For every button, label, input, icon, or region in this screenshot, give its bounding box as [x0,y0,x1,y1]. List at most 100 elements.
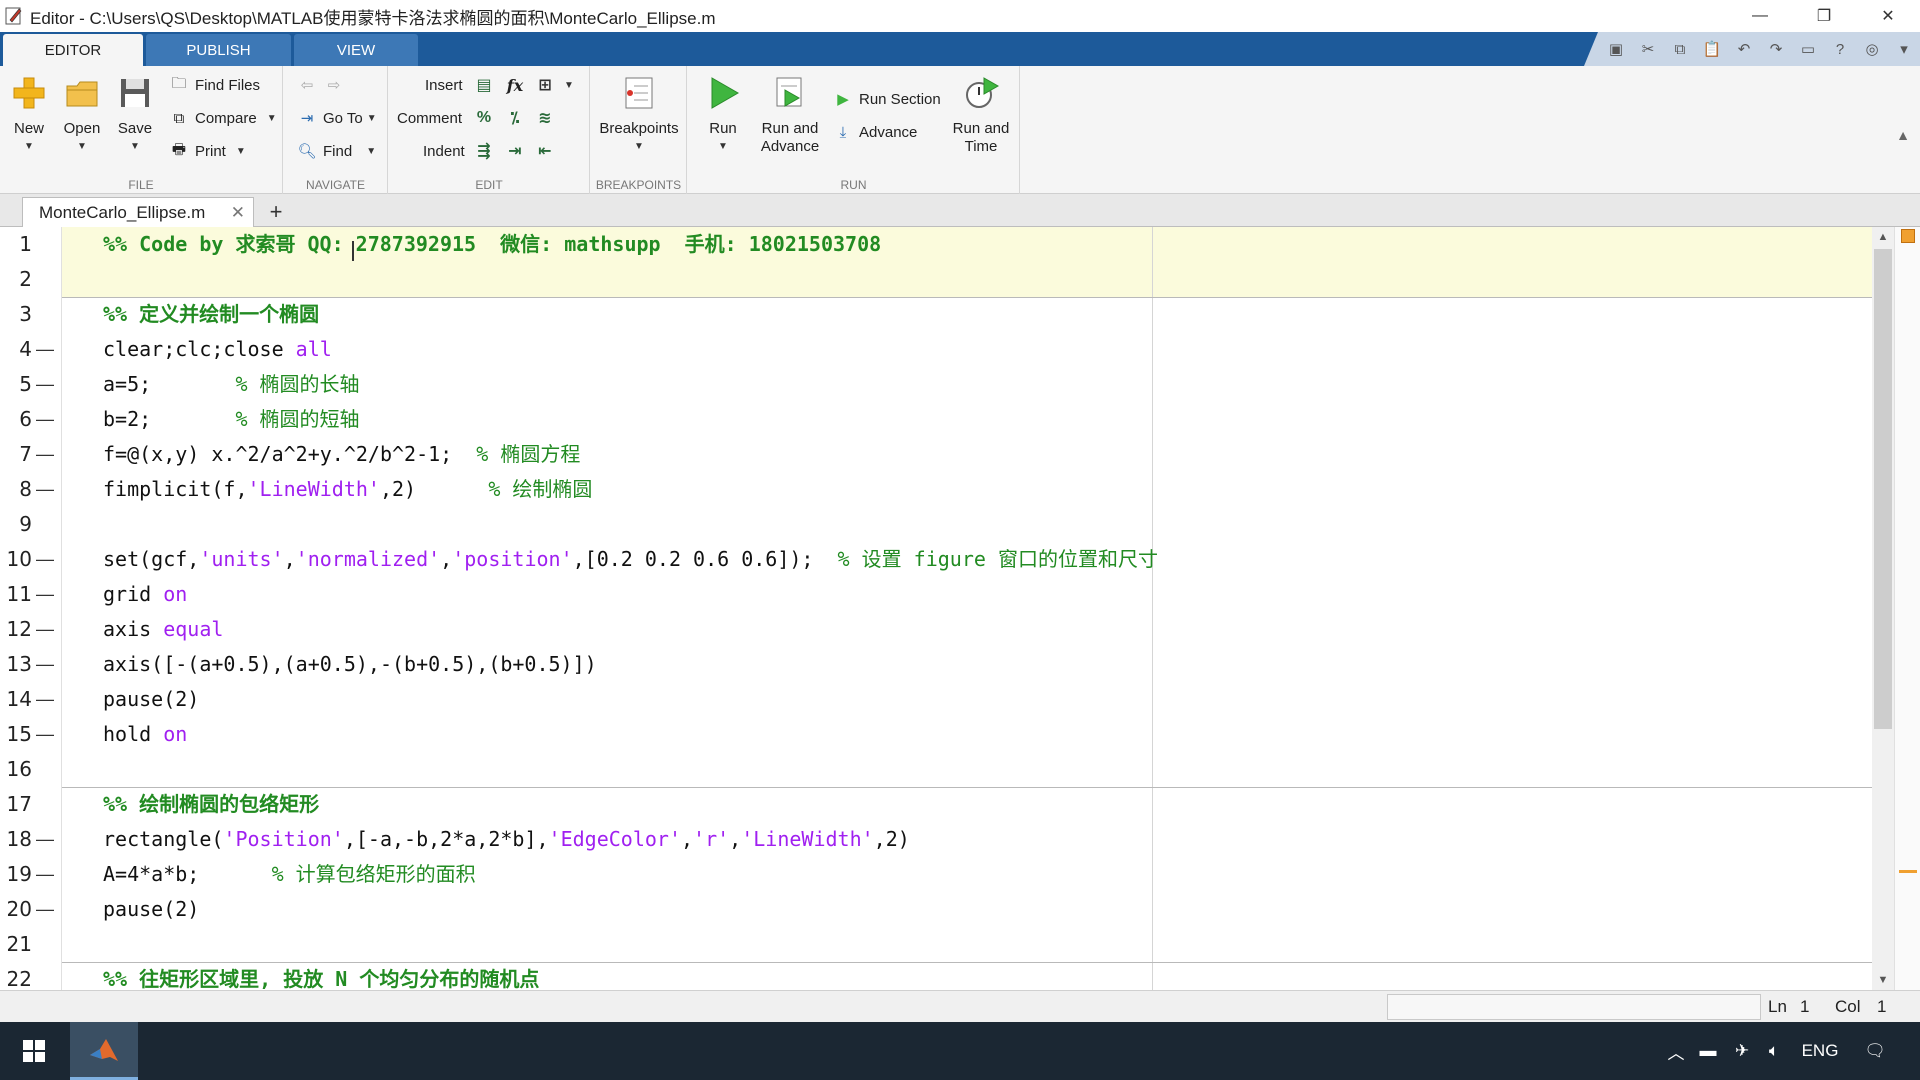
code-line[interactable]: 12— axis equal [0,612,1875,647]
smart-indent-icon[interactable]: ⇶ [471,138,497,164]
tab-publish[interactable]: PUBLISH [146,34,291,66]
code-line[interactable]: 2 [0,262,1875,297]
warning-marker[interactable] [1899,870,1917,873]
run-section-button[interactable]: ▶ Run Section [832,86,941,112]
decrease-indent-icon[interactable]: ⇤ [532,138,558,164]
scroll-down-arrow-icon[interactable]: ▼ [1872,970,1894,990]
switch-windows-icon[interactable]: ▭ [1792,35,1824,63]
breakpoint-marker[interactable]: — [36,472,54,507]
increase-indent-icon[interactable]: ⇥ [502,138,528,164]
breakpoint-marker[interactable]: — [36,892,54,927]
code-line[interactable]: 22 %% 往矩形区域里, 投放 N 个均匀分布的随机点 [0,962,1875,990]
goto-button[interactable]: ⇥ Go To ▼ [296,105,377,131]
minimize-button[interactable]: — [1728,0,1792,32]
copy-icon[interactable]: ⧉ [1664,35,1696,63]
close-button[interactable]: ✕ [1856,0,1920,32]
restore-button[interactable]: ❐ [1792,0,1856,32]
scrollbar-thumb[interactable] [1874,249,1892,729]
uncomment-icon[interactable]: ⁒ [502,105,528,131]
redo-icon[interactable]: ↷ [1760,35,1792,63]
run-and-time-button[interactable]: Run and Time [950,74,1012,156]
open-button[interactable]: Open ▼ [62,74,102,156]
warning-indicator-icon[interactable] [1901,229,1915,243]
breakpoint-marker[interactable]: — [36,332,54,367]
code-token: axis([-(a+0.5),(a+0.5),-(b+0.5),(b+0.5)]… [103,652,597,676]
document-tab[interactable]: MonteCarlo_Ellipse.m ✕ [22,197,254,227]
battery-icon[interactable]: ▬ [1694,1022,1722,1080]
code-token: % 椭圆的短轴 [235,407,360,431]
undo-icon[interactable]: ↶ [1728,35,1760,63]
code-line[interactable]: 7— f=@(x,y) x.^2/a^2+y.^2/b^2-1; % 椭圆方程 [0,437,1875,472]
input-language[interactable]: ENG [1798,1022,1842,1080]
new-tab-button[interactable]: + [263,199,289,225]
network-icon[interactable]: ✈ [1728,1022,1756,1080]
breakpoint-marker[interactable]: — [36,682,54,717]
new-plus-icon [13,77,45,109]
minimize-toolstrip-icon[interactable]: ▾ [1888,35,1920,63]
code-line[interactable]: 8— fimplicit(f,'LineWidth',2) % 绘制椭圆 [0,472,1875,507]
code-line[interactable]: 9 [0,507,1875,542]
comment-icon[interactable]: % [471,105,497,131]
code-line[interactable]: 11— grid on [0,577,1875,612]
community-icon[interactable]: ◎ [1856,35,1888,63]
code-line[interactable]: 5— a=5; % 椭圆的长轴 [0,367,1875,402]
vertical-scrollbar[interactable]: ▲ ▼ [1872,227,1894,990]
code-line[interactable]: 16 [0,752,1875,787]
code-line[interactable]: 10— set(gcf,'units','normalized','positio… [0,542,1875,577]
close-tab-icon[interactable]: ✕ [231,203,245,223]
help-icon[interactable]: ? [1824,35,1856,63]
notifications-icon[interactable]: 🗨︎ [1858,1022,1892,1080]
start-button[interactable] [0,1022,68,1080]
breakpoint-marker[interactable]: — [36,577,54,612]
breakpoint-marker[interactable]: — [36,437,54,472]
breakpoint-marker[interactable]: — [36,857,54,892]
scroll-up-arrow-icon[interactable]: ▲ [1872,227,1894,247]
save-icon[interactable]: ▣ [1600,35,1632,63]
code-line[interactable]: 3 %% 定义并绘制一个椭圆 [0,297,1875,332]
code-line[interactable]: 18— rectangle('Position',[-a,-b,2*a,2*b],… [0,822,1875,857]
wrap-comments-icon[interactable]: ≋ [532,105,558,131]
code-line[interactable]: 13— axis([-(a+0.5),(a+0.5),-(b+0.5),(b+0.… [0,647,1875,682]
breakpoint-marker[interactable]: — [36,402,54,437]
advance-button[interactable]: ⤓ Advance [832,119,918,145]
code-line[interactable]: 17 %% 绘制椭圆的包络矩形 [0,787,1875,822]
breakpoint-marker[interactable]: — [36,612,54,647]
code-line[interactable]: 4— clear;clc;close all [0,332,1875,367]
paste-icon[interactable]: 📋 [1696,35,1728,63]
compare-button[interactable]: ⧉ Compare ▼ [168,105,277,131]
print-button[interactable]: 🖶 Print ▼ [168,138,246,164]
code-line[interactable]: 6— b=2; % 椭圆的短轴 [0,402,1875,437]
breakpoint-marker[interactable]: — [36,822,54,857]
find-button[interactable]: 🔍︎ Find ▼ [296,138,376,164]
back-forward-buttons[interactable]: ⇦ ⇨ [296,72,350,98]
code-token: hold [103,722,164,746]
collapse-toolstrip-icon[interactable]: ▲ [1896,127,1910,143]
code-line[interactable]: 1 %% Code by 求索哥 QQ: 2787392915 微信: maths… [0,227,1875,262]
breakpoint-marker[interactable]: — [36,717,54,752]
find-files-button[interactable]: 🗀 Find Files [168,72,260,98]
code-line[interactable]: 19— A=4*a*b; % 计算包络矩形的面积 [0,857,1875,892]
run-button[interactable]: Run ▼ [698,74,748,156]
run-and-advance-button[interactable]: Run and Advance [758,74,822,156]
code-line[interactable]: 21 [0,927,1875,962]
show-hidden-icons-icon[interactable]: ︿ [1662,1022,1690,1080]
matlab-taskbar-button[interactable] [70,1022,138,1080]
insert-function-icon[interactable]: fx [502,72,528,98]
tab-editor[interactable]: EDITOR [3,34,143,66]
breakpoint-marker[interactable]: — [36,647,54,682]
insert-section-icon[interactable]: ▤ [471,72,497,98]
code-line[interactable]: 20— pause(2) [0,892,1875,927]
code-line[interactable]: 15— hold on [0,717,1875,752]
save-button[interactable]: Save ▼ [115,74,155,156]
insert-chart-icon[interactable]: ⊞ [532,72,558,98]
breakpoint-marker[interactable]: — [36,367,54,402]
cut-icon[interactable]: ✂ [1632,35,1664,63]
breakpoints-button[interactable]: Breakpoints ▼ [597,74,681,156]
code-editor[interactable]: 1 %% Code by 求索哥 QQ: 2787392915 微信: maths… [0,227,1920,990]
insert-dropdown-icon[interactable]: ▼ [556,72,582,98]
breakpoint-marker[interactable]: — [36,542,54,577]
tab-view[interactable]: VIEW [294,34,418,66]
new-button[interactable]: New ▼ [10,74,48,156]
code-line[interactable]: 14— pause(2) [0,682,1875,717]
volume-icon[interactable]: 🔈︎ [1760,1022,1788,1080]
